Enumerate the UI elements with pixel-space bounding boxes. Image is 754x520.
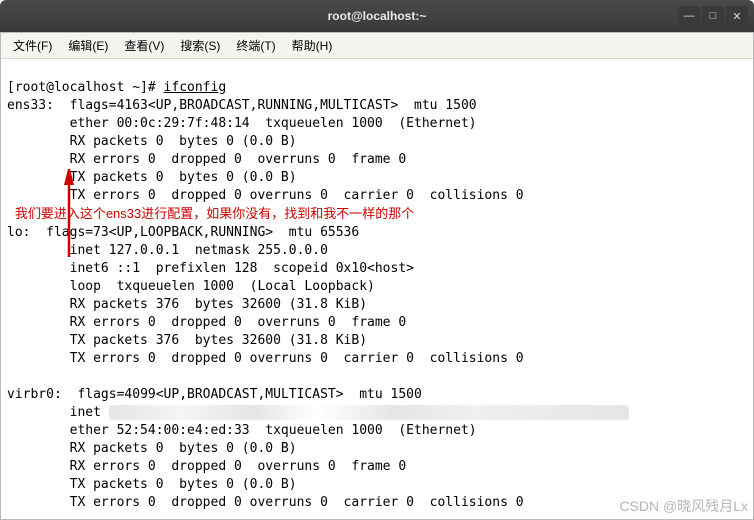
menu-view[interactable]: 查看(V) bbox=[116, 35, 172, 56]
ens33-line5: TX packets 0 bytes 0 (0.0 B) bbox=[7, 170, 297, 185]
watermark: CSDN @晓风残月Lx bbox=[619, 496, 748, 516]
window-title: root@localhost:~ bbox=[328, 9, 427, 23]
lo-line5: RX packets 376 bytes 32600 (31.8 KiB) bbox=[7, 297, 367, 312]
virbr0-line2a: inet bbox=[7, 405, 109, 420]
ens33-line6: TX errors 0 dropped 0 overruns 0 carrier… bbox=[7, 188, 524, 203]
lo-line1: flags=73<UP,LOOPBACK,RUNNING> mtu 65536 bbox=[30, 225, 359, 240]
lo-line8: TX errors 0 dropped 0 overruns 0 carrier… bbox=[7, 351, 524, 366]
maximize-button[interactable]: □ bbox=[702, 6, 724, 26]
iface-virbr0-name: virbr0: bbox=[7, 387, 62, 402]
menubar: 文件(F) 编辑(E) 查看(V) 搜索(S) 终端(T) 帮助(H) bbox=[1, 33, 753, 59]
virbr0-line1: flags=4099<UP,BROADCAST,MULTICAST> mtu 1… bbox=[62, 387, 422, 402]
menu-edit[interactable]: 编辑(E) bbox=[60, 35, 116, 56]
ens33-line3: RX packets 0 bytes 0 (0.0 B) bbox=[7, 134, 297, 149]
menu-terminal[interactable]: 终端(T) bbox=[228, 35, 283, 56]
ens33-line4: RX errors 0 dropped 0 overruns 0 frame 0 bbox=[7, 152, 406, 167]
iface-ens33-name: ens33: bbox=[7, 98, 54, 113]
minimize-button[interactable]: — bbox=[678, 6, 700, 26]
iface-lo-name: lo: bbox=[7, 225, 30, 240]
menu-help[interactable]: 帮助(H) bbox=[284, 35, 341, 56]
menu-file[interactable]: 文件(F) bbox=[5, 35, 60, 56]
close-button[interactable]: ✕ bbox=[726, 6, 748, 26]
virbr0-line6: TX packets 0 bytes 0 (0.0 B) bbox=[7, 477, 297, 492]
lo-line3: inet6 ::1 prefixlen 128 scopeid 0x10<hos… bbox=[7, 261, 414, 276]
virbr0-line4: RX packets 0 bytes 0 (0.0 B) bbox=[7, 441, 297, 456]
virbr0-line5: RX errors 0 dropped 0 overruns 0 frame 0 bbox=[7, 459, 406, 474]
lo-line7: TX packets 376 bytes 32600 (31.8 KiB) bbox=[7, 333, 367, 348]
prompt: [root@localhost ~]# ifconfig bbox=[7, 80, 226, 95]
redacted-inet bbox=[109, 405, 629, 420]
window-frame: 文件(F) 编辑(E) 查看(V) 搜索(S) 终端(T) 帮助(H) [roo… bbox=[0, 32, 754, 520]
menu-search[interactable]: 搜索(S) bbox=[172, 35, 228, 56]
titlebar: root@localhost:~ — □ ✕ bbox=[0, 0, 754, 32]
prompt-user-host: [root@localhost ~]# bbox=[7, 80, 164, 95]
lo-line4: loop txqueuelen 1000 (Local Loopback) bbox=[7, 279, 375, 294]
lo-line6: RX errors 0 dropped 0 overruns 0 frame 0 bbox=[7, 315, 406, 330]
ens33-line2: ether 00:0c:29:7f:48:14 txqueuelen 1000 … bbox=[7, 116, 477, 131]
virbr0-line7: TX errors 0 dropped 0 overruns 0 carrier… bbox=[7, 495, 524, 510]
lo-line2: inet 127.0.0.1 netmask 255.0.0.0 bbox=[7, 243, 328, 258]
window-controls: — □ ✕ bbox=[678, 6, 748, 26]
annotation-text: 我们要进入这个ens33进行配置，如果你没有，找到和我不一样的那个 bbox=[15, 206, 414, 221]
terminal-area[interactable]: [root@localhost ~]# ifconfig ens33: flag… bbox=[1, 59, 753, 519]
command-ifconfig: ifconfig bbox=[164, 80, 227, 95]
virbr0-line3: ether 52:54:00:e4:ed:33 txqueuelen 1000 … bbox=[7, 423, 477, 438]
ens33-line1: flags=4163<UP,BROADCAST,RUNNING,MULTICAS… bbox=[54, 98, 477, 113]
